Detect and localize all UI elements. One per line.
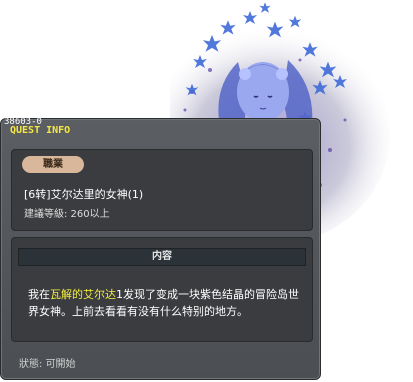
location-highlight[interactable]: 瓦解的艾尔达	[50, 288, 116, 301]
job-badge: 職業	[22, 156, 84, 173]
quest-content-card: 内容 我在瓦解的艾尔达1发现了变成一块紫色结晶的冒险岛世界女神。上前去看看有没有…	[11, 237, 313, 342]
quest-description: 我在瓦解的艾尔达1发现了变成一块紫色结晶的冒险岛世界女神。上前去看看有没有什么特…	[28, 286, 306, 320]
tab-quest-info[interactable]: QUEST INFO	[10, 125, 70, 137]
quest-info-window: 38603-0 QUEST INFO 職業 [6转]艾尔达里的女神(1) 建議等…	[0, 117, 321, 380]
content-header: 内容	[18, 248, 306, 266]
quest-title: [6转]艾尔达里的女神(1)	[24, 188, 144, 201]
description-part1: 我在	[28, 288, 50, 301]
quest-status: 狀態: 可開始	[19, 359, 76, 370]
quest-header-card: 職業 [6转]艾尔达里的女神(1) 建議等級: 260以上	[11, 149, 313, 231]
level-requirement: 建議等級: 260以上	[24, 209, 110, 220]
quest-scene: 38603-0 QUEST INFO 職業 [6转]艾尔达里的女神(1) 建議等…	[0, 0, 413, 382]
